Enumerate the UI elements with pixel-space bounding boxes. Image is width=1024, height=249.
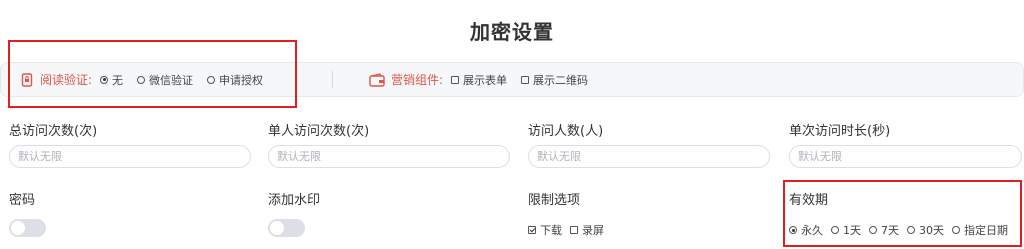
- restrictions-label: 限制选项: [528, 193, 581, 208]
- option-label: 下载: [540, 224, 562, 237]
- option-label: 展示表单: [463, 73, 508, 87]
- watermark-toggle[interactable]: [268, 219, 305, 237]
- checkbox[interactable]: [570, 226, 578, 234]
- total-visits-input[interactable]: 默认无限: [9, 145, 251, 168]
- toggle-knob: [11, 221, 25, 235]
- visitor-count-label: 访问人数(人): [528, 124, 604, 139]
- per-user-visits-input[interactable]: 默认无限: [268, 145, 510, 168]
- password-label: 密码: [9, 193, 36, 208]
- bar-divider: [332, 71, 333, 88]
- checkbox[interactable]: [451, 75, 460, 84]
- restriction-download[interactable]: 下载: [528, 222, 562, 238]
- highlight-box-read-verify: [8, 40, 297, 108]
- highlight-box-validity: [783, 180, 1022, 247]
- single-duration-label: 单次访问时长(秒): [789, 124, 891, 139]
- toggle-knob: [270, 221, 284, 235]
- marketing-label: 营销组件:: [391, 73, 444, 87]
- restriction-record[interactable]: 录屏: [570, 222, 604, 238]
- restrictions-options: 下载 录屏: [528, 222, 612, 238]
- checkbox-checked[interactable]: [528, 226, 536, 234]
- marketing-option-form[interactable]: 展示表单: [451, 72, 507, 88]
- per-user-visits-label: 单人访问次数(次): [268, 124, 370, 139]
- marketing-option-qrcode[interactable]: 展示二维码: [521, 72, 588, 88]
- watermark-label: 添加水印: [268, 193, 321, 208]
- single-duration-input[interactable]: 默认无限: [789, 145, 1022, 168]
- total-visits-label: 总访问次数(次): [9, 124, 98, 139]
- option-label: 录屏: [582, 224, 604, 237]
- visitor-count-input[interactable]: 默认无限: [528, 145, 770, 168]
- marketing-group: 营销组件: 展示表单 展示二维码: [369, 63, 602, 96]
- option-label: 展示二维码: [533, 73, 589, 87]
- wallet-icon: [369, 72, 385, 87]
- checkbox[interactable]: [521, 75, 530, 84]
- password-toggle[interactable]: [9, 219, 46, 237]
